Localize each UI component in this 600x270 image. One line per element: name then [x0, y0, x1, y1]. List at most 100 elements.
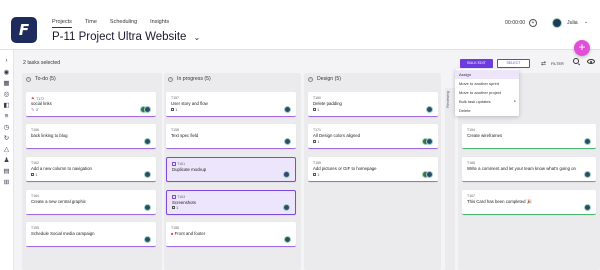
file-icon [313, 172, 316, 177]
project-title-dropdown[interactable]: P-11 Project Ultra Website ⌄ [52, 31, 200, 43]
task-id: T161 [172, 162, 185, 166]
task-title: ■ Front and footer [171, 231, 206, 236]
nav-tab-time[interactable]: Time [85, 19, 97, 28]
view-options-icon[interactable] [587, 59, 595, 64]
list-icon[interactable]: ≡ [3, 113, 10, 120]
status-circle-icon: ○ [308, 76, 313, 82]
assignee-avatar[interactable] [284, 106, 291, 113]
bell-icon[interactable]: △ [3, 146, 10, 153]
task-card[interactable]: T160 Delete padding 1 [308, 92, 438, 117]
nav-tab-projects[interactable]: Projects [52, 19, 72, 28]
assignee-avatar[interactable] [144, 204, 151, 211]
chevron-right-icon: ▸ [514, 99, 516, 103]
assignee-avatar[interactable] [426, 138, 433, 145]
assignee-avatar[interactable] [283, 204, 290, 211]
column-header: ○ In progress (5) [164, 73, 301, 85]
task-id: T160 [313, 96, 321, 100]
task-id: T159 [313, 161, 321, 165]
task-card[interactable]: T168 Write a comment and let your team k… [462, 157, 596, 182]
assignee-avatar[interactable] [144, 138, 151, 145]
assignee-avatar[interactable] [426, 106, 433, 113]
assignee-avatar[interactable] [144, 106, 151, 113]
task-title: Add a new column to navigation [31, 166, 92, 171]
files-icon[interactable]: ▤ [3, 168, 10, 175]
task-id: T154 [467, 128, 475, 132]
task-card[interactable]: T154 Create wireframes [462, 124, 596, 149]
task-card-selected[interactable]: T163 Screenshots 1 [166, 190, 296, 215]
task-card[interactable]: T166 back linking to blog [26, 124, 156, 149]
task-meta: 1 [171, 107, 178, 112]
globe-icon[interactable]: ◎ [3, 91, 10, 98]
select-button[interactable]: SELECT [497, 59, 530, 68]
app-logo[interactable]: F [11, 17, 37, 43]
task-card[interactable]: T171 All Design colors aligned 1 [308, 124, 438, 149]
filter-icon[interactable]: ⇄ [541, 60, 546, 67]
assignee-avatar[interactable] [584, 204, 591, 211]
cycle-icon[interactable]: ↻ [3, 135, 10, 142]
task-title: Text spec field [171, 133, 199, 138]
task-title: Create a new central graphic [31, 199, 86, 204]
assignee-avatar[interactable] [284, 138, 291, 145]
expand-sidebar-icon[interactable]: › [3, 57, 10, 64]
task-meta: 1 [313, 107, 320, 112]
task-card[interactable]: T162 Add a new column to navigation 1 [26, 157, 156, 182]
assignee-avatar[interactable] [584, 171, 591, 178]
nav-tab-insights[interactable]: Insights [150, 19, 169, 28]
task-id: T157 [171, 96, 179, 100]
selected-tasks-count: 2 tasks selected [23, 60, 61, 66]
menu-item-assign[interactable]: Assign [455, 70, 519, 79]
task-card[interactable]: ⚑ T172 social links ✎ 2 [26, 92, 156, 117]
checkbox-icon[interactable] [172, 195, 176, 199]
task-id: T158 [171, 226, 179, 230]
settings-sliders-icon[interactable]: ⊞ [3, 179, 10, 186]
task-id: T166 [31, 128, 39, 132]
task-id: T156 [171, 128, 179, 132]
task-meta: 1 [313, 172, 320, 177]
task-card[interactable]: T158 ■ Front and footer [166, 222, 296, 247]
add-time-button[interactable]: + [529, 19, 537, 27]
assignee-avatar[interactable] [426, 171, 433, 178]
add-task-button[interactable]: + [574, 40, 590, 56]
chart-icon[interactable]: ◧ [3, 102, 10, 109]
menu-item-bulk-updates[interactable]: Bulk task updates ▸ [455, 97, 519, 106]
column-title: In progress (5) [177, 76, 211, 82]
header-divider [0, 49, 600, 50]
assignee-avatar[interactable] [283, 171, 290, 178]
nav-tab-scheduling[interactable]: Scheduling [110, 19, 137, 28]
board-icon[interactable]: ▦ [3, 80, 10, 87]
filter-button[interactable]: FILTER [551, 62, 564, 66]
attachment-icon: ■ [171, 231, 174, 236]
assignee-avatar[interactable] [584, 138, 591, 145]
task-id: T162 [31, 161, 39, 165]
team-icon[interactable]: ♟ [3, 157, 10, 164]
eye-icon[interactable]: ◉ [3, 69, 10, 76]
user-menu-chevron-icon[interactable]: ⌄ [584, 19, 588, 25]
task-card[interactable]: T164 Create a new central graphic [26, 190, 156, 215]
task-card[interactable]: T167 This Card has been completed 🎉 [462, 190, 596, 215]
task-meta: 1 [313, 139, 320, 144]
search-icon[interactable] [573, 58, 579, 64]
bulk-edit-button[interactable]: BULK EDIT [460, 59, 493, 68]
task-card-selected[interactable]: T161 Duplicate mockup [166, 157, 296, 182]
task-card[interactable]: T157 User story and flow 1 [166, 92, 296, 117]
assignee-avatar[interactable] [144, 236, 151, 243]
bulk-edit-menu: Assign Move to another sprint Move to an… [455, 69, 519, 116]
checkbox-icon[interactable] [172, 162, 176, 166]
task-card[interactable]: T155 Schedule Social media campaign [26, 222, 156, 247]
task-card[interactable]: T156 Text spec field [166, 124, 296, 149]
task-card[interactable]: T159 Add pictures or GIF to homepage 1 [308, 157, 438, 182]
assignee-avatar[interactable] [284, 236, 291, 243]
clock-icon[interactable]: ◷ [3, 124, 10, 131]
user-avatar[interactable] [552, 18, 562, 28]
user-name[interactable]: Julia [567, 20, 578, 26]
menu-item-move-project[interactable]: Move to another project [455, 88, 519, 97]
task-title: social links [31, 101, 52, 106]
task-title: This Card has been completed 🎉 [467, 199, 533, 204]
menu-item-move-sprint[interactable]: Move to another sprint [455, 79, 519, 88]
menu-item-delete[interactable]: Delete [455, 106, 519, 115]
collapsed-column-reviewing[interactable]: Reviewing [445, 88, 455, 270]
logo-letter: F [18, 21, 30, 39]
task-id: T168 [467, 161, 475, 165]
column-title: Design (5) [317, 76, 341, 82]
assignee-avatar[interactable] [144, 171, 151, 178]
